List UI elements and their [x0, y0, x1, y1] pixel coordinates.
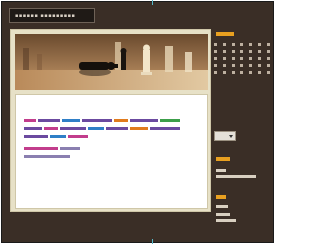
chess-pieces-image: [15, 34, 208, 90]
sidebar: [214, 29, 272, 222]
sidebar-links-placeholder: [216, 157, 256, 222]
post-text-lines: [24, 119, 180, 158]
nav-item-home[interactable]: ▪▪▪▪▪▪ ▪▪▪▪▪▪▪▪▪: [15, 13, 75, 19]
top-guide-line: [152, 0, 153, 5]
archive-dropdown[interactable]: [214, 131, 236, 141]
calendar-widget: [214, 41, 270, 76]
header-image: [15, 34, 208, 90]
bottom-guide-line: [152, 239, 153, 244]
footer: [10, 214, 211, 240]
main-content: [10, 29, 211, 212]
top-nav: ▪▪▪▪▪▪ ▪▪▪▪▪▪▪▪▪: [9, 8, 95, 23]
blog-post: [15, 94, 208, 209]
calendar-heading-placeholder: [216, 32, 234, 36]
browser-viewport: ▪▪▪▪▪▪ ▪▪▪▪▪▪▪▪▪: [1, 1, 274, 243]
